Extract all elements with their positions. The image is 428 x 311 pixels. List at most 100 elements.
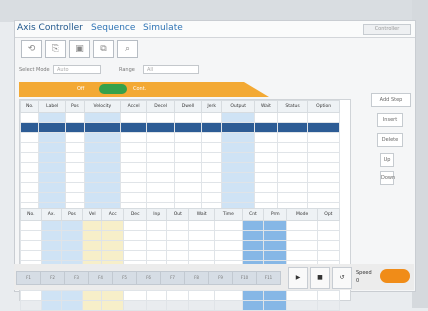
table-row[interactable]	[19, 182, 340, 193]
table-row[interactable]	[19, 112, 340, 123]
table-cell[interactable]	[123, 290, 148, 301]
insert-button[interactable]: Insert	[377, 113, 403, 127]
stop-button[interactable]: ■	[310, 267, 330, 289]
table-cell[interactable]	[307, 162, 340, 173]
table-cell[interactable]	[146, 182, 175, 193]
table-cell[interactable]	[83, 152, 122, 163]
table-cell[interactable]	[101, 220, 125, 231]
table-cell[interactable]	[201, 112, 223, 123]
table-cell[interactable]	[19, 172, 40, 183]
fn-button-5[interactable]: F5	[112, 271, 137, 285]
table-cell[interactable]	[263, 240, 288, 251]
fn-button-9[interactable]: F9	[208, 271, 233, 285]
table-cell[interactable]	[83, 192, 122, 203]
table-cell[interactable]	[19, 112, 40, 123]
table-cell[interactable]	[188, 250, 215, 261]
table-cell[interactable]	[307, 142, 340, 153]
table-cell[interactable]	[19, 162, 40, 173]
table-cell[interactable]	[119, 122, 148, 133]
table-cell[interactable]	[82, 290, 103, 301]
table-cell[interactable]	[201, 132, 223, 143]
table-cell[interactable]	[146, 192, 175, 203]
table-cell[interactable]	[221, 192, 256, 203]
table-cell[interactable]	[146, 132, 175, 143]
table-cell[interactable]	[214, 230, 243, 241]
table-cell[interactable]	[201, 192, 223, 203]
table-cell[interactable]	[276, 122, 309, 133]
table-cell[interactable]	[119, 132, 148, 143]
table-cell[interactable]	[82, 230, 103, 241]
table-cell[interactable]	[166, 300, 190, 311]
table-cell[interactable]	[146, 230, 168, 241]
table-cell[interactable]	[83, 112, 122, 123]
table-cell[interactable]	[146, 162, 175, 173]
table-cell[interactable]	[307, 122, 340, 133]
table-cell[interactable]	[146, 172, 175, 183]
save-icon[interactable]: ▣	[69, 40, 90, 58]
table-cell[interactable]	[38, 132, 66, 143]
table-cell[interactable]	[316, 220, 341, 231]
table-cell[interactable]	[307, 132, 340, 143]
table-cell[interactable]	[38, 172, 66, 183]
table-cell[interactable]	[146, 290, 168, 301]
table-cell[interactable]	[166, 290, 190, 301]
table-cell[interactable]	[123, 240, 148, 251]
table-cell[interactable]	[19, 152, 40, 163]
table-cell[interactable]	[123, 230, 148, 241]
table-cell[interactable]	[276, 152, 309, 163]
table-cell[interactable]	[254, 152, 278, 163]
table-row[interactable]	[20, 250, 341, 261]
run-button[interactable]: ▶	[288, 267, 308, 289]
table-cell[interactable]	[173, 112, 203, 123]
fn-button-1[interactable]: F1	[16, 271, 41, 285]
table-cell[interactable]	[263, 250, 288, 261]
table-cell[interactable]	[146, 240, 168, 251]
table-cell[interactable]	[316, 240, 341, 251]
table-cell[interactable]	[101, 300, 125, 311]
table-row[interactable]	[19, 152, 340, 163]
table-cell[interactable]	[214, 240, 243, 251]
table-cell[interactable]	[307, 172, 340, 183]
table-cell[interactable]	[38, 182, 66, 193]
table-cell[interactable]	[119, 192, 148, 203]
table-cell[interactable]	[123, 220, 148, 231]
table-cell[interactable]	[263, 230, 288, 241]
table-cell[interactable]	[38, 122, 66, 133]
table-cell[interactable]	[65, 182, 85, 193]
table-row[interactable]	[20, 290, 341, 301]
table-cell[interactable]	[241, 300, 265, 311]
fn-button-8[interactable]: F8	[184, 271, 209, 285]
table-cell[interactable]	[173, 172, 203, 183]
table-cell[interactable]	[65, 112, 85, 123]
table-cell[interactable]	[276, 182, 309, 193]
move-up-button[interactable]: Up	[380, 153, 394, 167]
table-cell[interactable]	[254, 162, 278, 173]
table-cell[interactable]	[276, 192, 309, 203]
table-cell[interactable]	[286, 250, 318, 261]
table-cell[interactable]	[83, 122, 122, 133]
table-cell[interactable]	[65, 172, 85, 183]
table-cell[interactable]	[65, 162, 85, 173]
table-cell[interactable]	[316, 250, 341, 261]
table-cell[interactable]	[276, 132, 309, 143]
table-cell[interactable]	[214, 300, 243, 311]
table-cell[interactable]	[83, 182, 122, 193]
table-cell[interactable]	[19, 182, 40, 193]
select-mode-dropdown[interactable]: Auto	[53, 65, 101, 74]
table-cell[interactable]	[40, 300, 62, 311]
table-cell[interactable]	[38, 112, 66, 123]
table-cell[interactable]	[263, 220, 288, 231]
table-cell[interactable]	[40, 230, 62, 241]
table-cell[interactable]	[40, 220, 62, 231]
table-cell[interactable]	[221, 132, 256, 143]
table-cell[interactable]	[119, 142, 148, 153]
table-cell[interactable]	[38, 162, 66, 173]
table-cell[interactable]	[173, 162, 203, 173]
table-cell[interactable]	[20, 250, 42, 261]
table-cell[interactable]	[173, 132, 203, 143]
table-cell[interactable]	[119, 152, 148, 163]
table-cell[interactable]	[123, 250, 148, 261]
table-cell[interactable]	[101, 230, 125, 241]
table-cell[interactable]	[316, 300, 341, 311]
table-cell[interactable]	[286, 300, 318, 311]
